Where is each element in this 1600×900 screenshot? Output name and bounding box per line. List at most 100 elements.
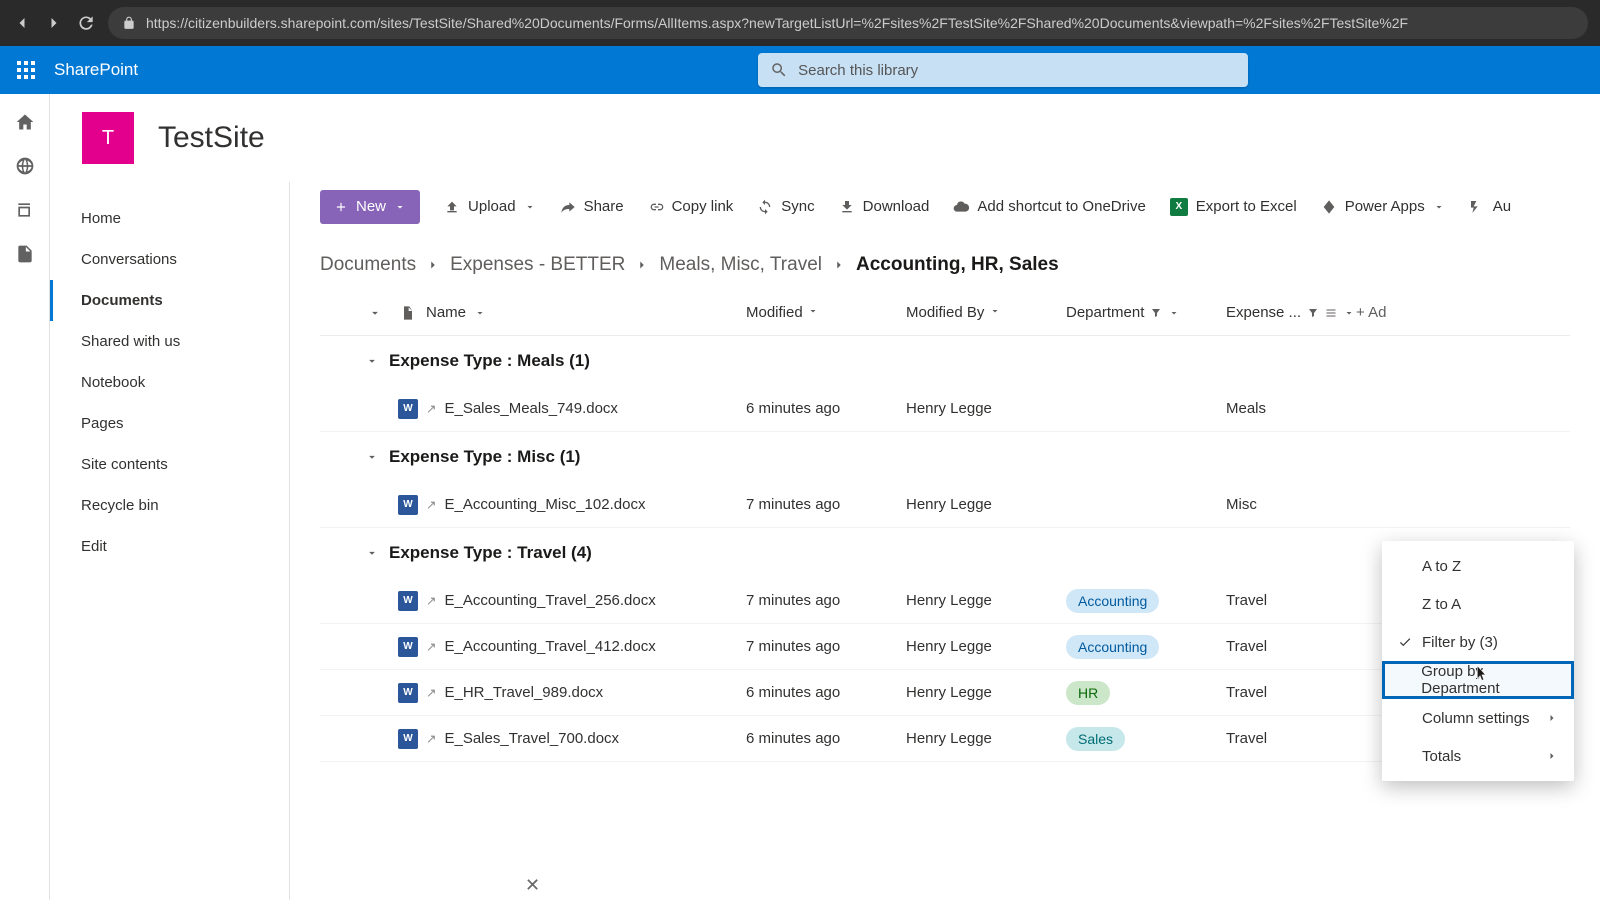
nav-home[interactable]: Home bbox=[50, 198, 289, 239]
file-icon bbox=[400, 305, 416, 321]
nav-sitecontents[interactable]: Site contents bbox=[50, 444, 289, 485]
group-icon bbox=[1325, 307, 1337, 319]
back-icon[interactable] bbox=[12, 13, 32, 33]
search-placeholder: Search this library bbox=[798, 62, 918, 79]
site-title[interactable]: TestSite bbox=[158, 121, 265, 155]
sync-button[interactable]: Sync bbox=[757, 198, 814, 215]
globe-icon[interactable] bbox=[15, 156, 35, 176]
nav-notebook[interactable]: Notebook bbox=[50, 362, 289, 403]
word-icon: W bbox=[398, 729, 418, 749]
home-icon[interactable] bbox=[15, 112, 35, 132]
powerapps-icon bbox=[1321, 199, 1337, 215]
chevron-down-icon bbox=[989, 305, 1001, 317]
sync-icon bbox=[757, 199, 773, 215]
share-icon bbox=[560, 199, 576, 215]
filter-icon bbox=[1150, 307, 1162, 319]
lock-icon bbox=[122, 16, 136, 30]
chevron-right-icon bbox=[1546, 750, 1558, 762]
nav-documents[interactable]: Documents bbox=[50, 280, 289, 321]
dept-pill: Sales bbox=[1066, 727, 1125, 751]
nav-pages[interactable]: Pages bbox=[50, 403, 289, 444]
chevron-right-icon bbox=[426, 258, 440, 272]
chevron-down-icon bbox=[1343, 307, 1355, 319]
site-nav: Home Conversations Documents Shared with… bbox=[50, 182, 290, 900]
site-logo[interactable]: T bbox=[82, 112, 134, 164]
word-icon: W bbox=[398, 591, 418, 611]
download-button[interactable]: Download bbox=[839, 198, 930, 215]
command-bar: New Upload Share Copy link Sync Download… bbox=[290, 182, 1600, 232]
search-icon bbox=[770, 61, 788, 79]
cursor-icon bbox=[1470, 663, 1492, 685]
add-shortcut-button[interactable]: Add shortcut to OneDrive bbox=[953, 198, 1145, 215]
chevron-down-icon bbox=[365, 354, 379, 368]
table-row[interactable]: W ↗E_Accounting_Misc_102.docx 7 minutes … bbox=[320, 482, 1570, 528]
main-pane: New Upload Share Copy link Sync Download… bbox=[290, 182, 1600, 900]
crumb-current: Accounting, HR, Sales bbox=[856, 254, 1059, 276]
download-icon bbox=[839, 199, 855, 215]
nav-edit[interactable]: Edit bbox=[50, 526, 289, 567]
col-modifiedby[interactable]: Modified By bbox=[906, 304, 1066, 321]
group-meals[interactable]: Expense Type : Meals (1) bbox=[320, 336, 1570, 386]
chevron-down-icon bbox=[394, 201, 406, 213]
close-icon[interactable]: ✕ bbox=[525, 875, 540, 896]
browser-chrome: https://citizenbuilders.sharepoint.com/s… bbox=[0, 0, 1600, 46]
col-name[interactable]: Name bbox=[426, 304, 746, 321]
excel-icon: X bbox=[1170, 198, 1188, 216]
chevron-right-icon bbox=[1546, 712, 1558, 724]
flow-icon bbox=[1469, 199, 1485, 215]
nav-shared[interactable]: Shared with us bbox=[50, 321, 289, 362]
sort-za[interactable]: Z to A bbox=[1382, 585, 1574, 623]
filter-by[interactable]: Filter by (3) bbox=[1382, 623, 1574, 661]
word-icon: W bbox=[398, 637, 418, 657]
address-bar[interactable]: https://citizenbuilders.sharepoint.com/s… bbox=[108, 7, 1588, 39]
chevron-down-icon bbox=[474, 307, 486, 319]
new-button[interactable]: New bbox=[320, 190, 420, 224]
share-button[interactable]: Share bbox=[560, 198, 624, 215]
nav-recycle[interactable]: Recycle bin bbox=[50, 485, 289, 526]
col-expense[interactable]: Expense ... bbox=[1226, 304, 1356, 321]
sort-az[interactable]: A to Z bbox=[1382, 547, 1574, 585]
filetype-header[interactable] bbox=[390, 305, 426, 321]
filter-icon bbox=[1307, 307, 1319, 319]
upload-button[interactable]: Upload bbox=[444, 198, 536, 215]
app-launcher-icon[interactable] bbox=[10, 54, 42, 86]
dept-pill: HR bbox=[1066, 681, 1110, 705]
col-department[interactable]: Department bbox=[1066, 304, 1226, 321]
left-rail bbox=[0, 94, 50, 900]
totals[interactable]: Totals bbox=[1382, 737, 1574, 775]
group-misc[interactable]: Expense Type : Misc (1) bbox=[320, 432, 1570, 482]
export-excel-button[interactable]: XExport to Excel bbox=[1170, 198, 1297, 216]
dept-pill: Accounting bbox=[1066, 589, 1159, 613]
crumb-expenses[interactable]: Expenses - BETTER bbox=[450, 254, 625, 276]
table-header-row: Name Modified Modified By Department Exp… bbox=[320, 290, 1570, 336]
expand-all[interactable] bbox=[360, 306, 390, 320]
nav-conversations[interactable]: Conversations bbox=[50, 239, 289, 280]
table-row[interactable]: W ↗E_Sales_Meals_749.docx 6 minutes ago … bbox=[320, 386, 1570, 432]
chevron-down-icon bbox=[807, 305, 819, 317]
chevron-down-icon bbox=[368, 306, 382, 320]
powerapps-button[interactable]: Power Apps bbox=[1321, 198, 1445, 215]
crumb-documents[interactable]: Documents bbox=[320, 254, 416, 276]
upload-icon bbox=[444, 199, 460, 215]
add-column[interactable]: + Ad bbox=[1356, 304, 1416, 321]
news-icon[interactable] bbox=[15, 200, 35, 220]
chevron-down-icon bbox=[365, 546, 379, 560]
files-icon[interactable] bbox=[15, 244, 35, 264]
col-modified[interactable]: Modified bbox=[746, 304, 906, 321]
automate-button[interactable]: Au bbox=[1469, 198, 1511, 215]
chevron-right-icon bbox=[635, 258, 649, 272]
breadcrumb: Documents Expenses - BETTER Meals, Misc,… bbox=[290, 232, 1600, 290]
forward-icon[interactable] bbox=[44, 13, 64, 33]
chevron-down-icon bbox=[1168, 307, 1180, 319]
link-icon bbox=[648, 199, 664, 215]
reload-icon[interactable] bbox=[76, 13, 96, 33]
column-settings[interactable]: Column settings bbox=[1382, 699, 1574, 737]
copylink-button[interactable]: Copy link bbox=[648, 198, 734, 215]
search-input[interactable]: Search this library bbox=[758, 53, 1248, 87]
column-context-menu: A to Z Z to A Filter by (3) Group by Dep… bbox=[1382, 541, 1574, 781]
crumb-meals[interactable]: Meals, Misc, Travel bbox=[659, 254, 822, 276]
chevron-right-icon bbox=[832, 258, 846, 272]
sharepoint-brand[interactable]: SharePoint bbox=[54, 60, 138, 80]
word-icon: W bbox=[398, 495, 418, 515]
onedrive-icon bbox=[953, 199, 969, 215]
